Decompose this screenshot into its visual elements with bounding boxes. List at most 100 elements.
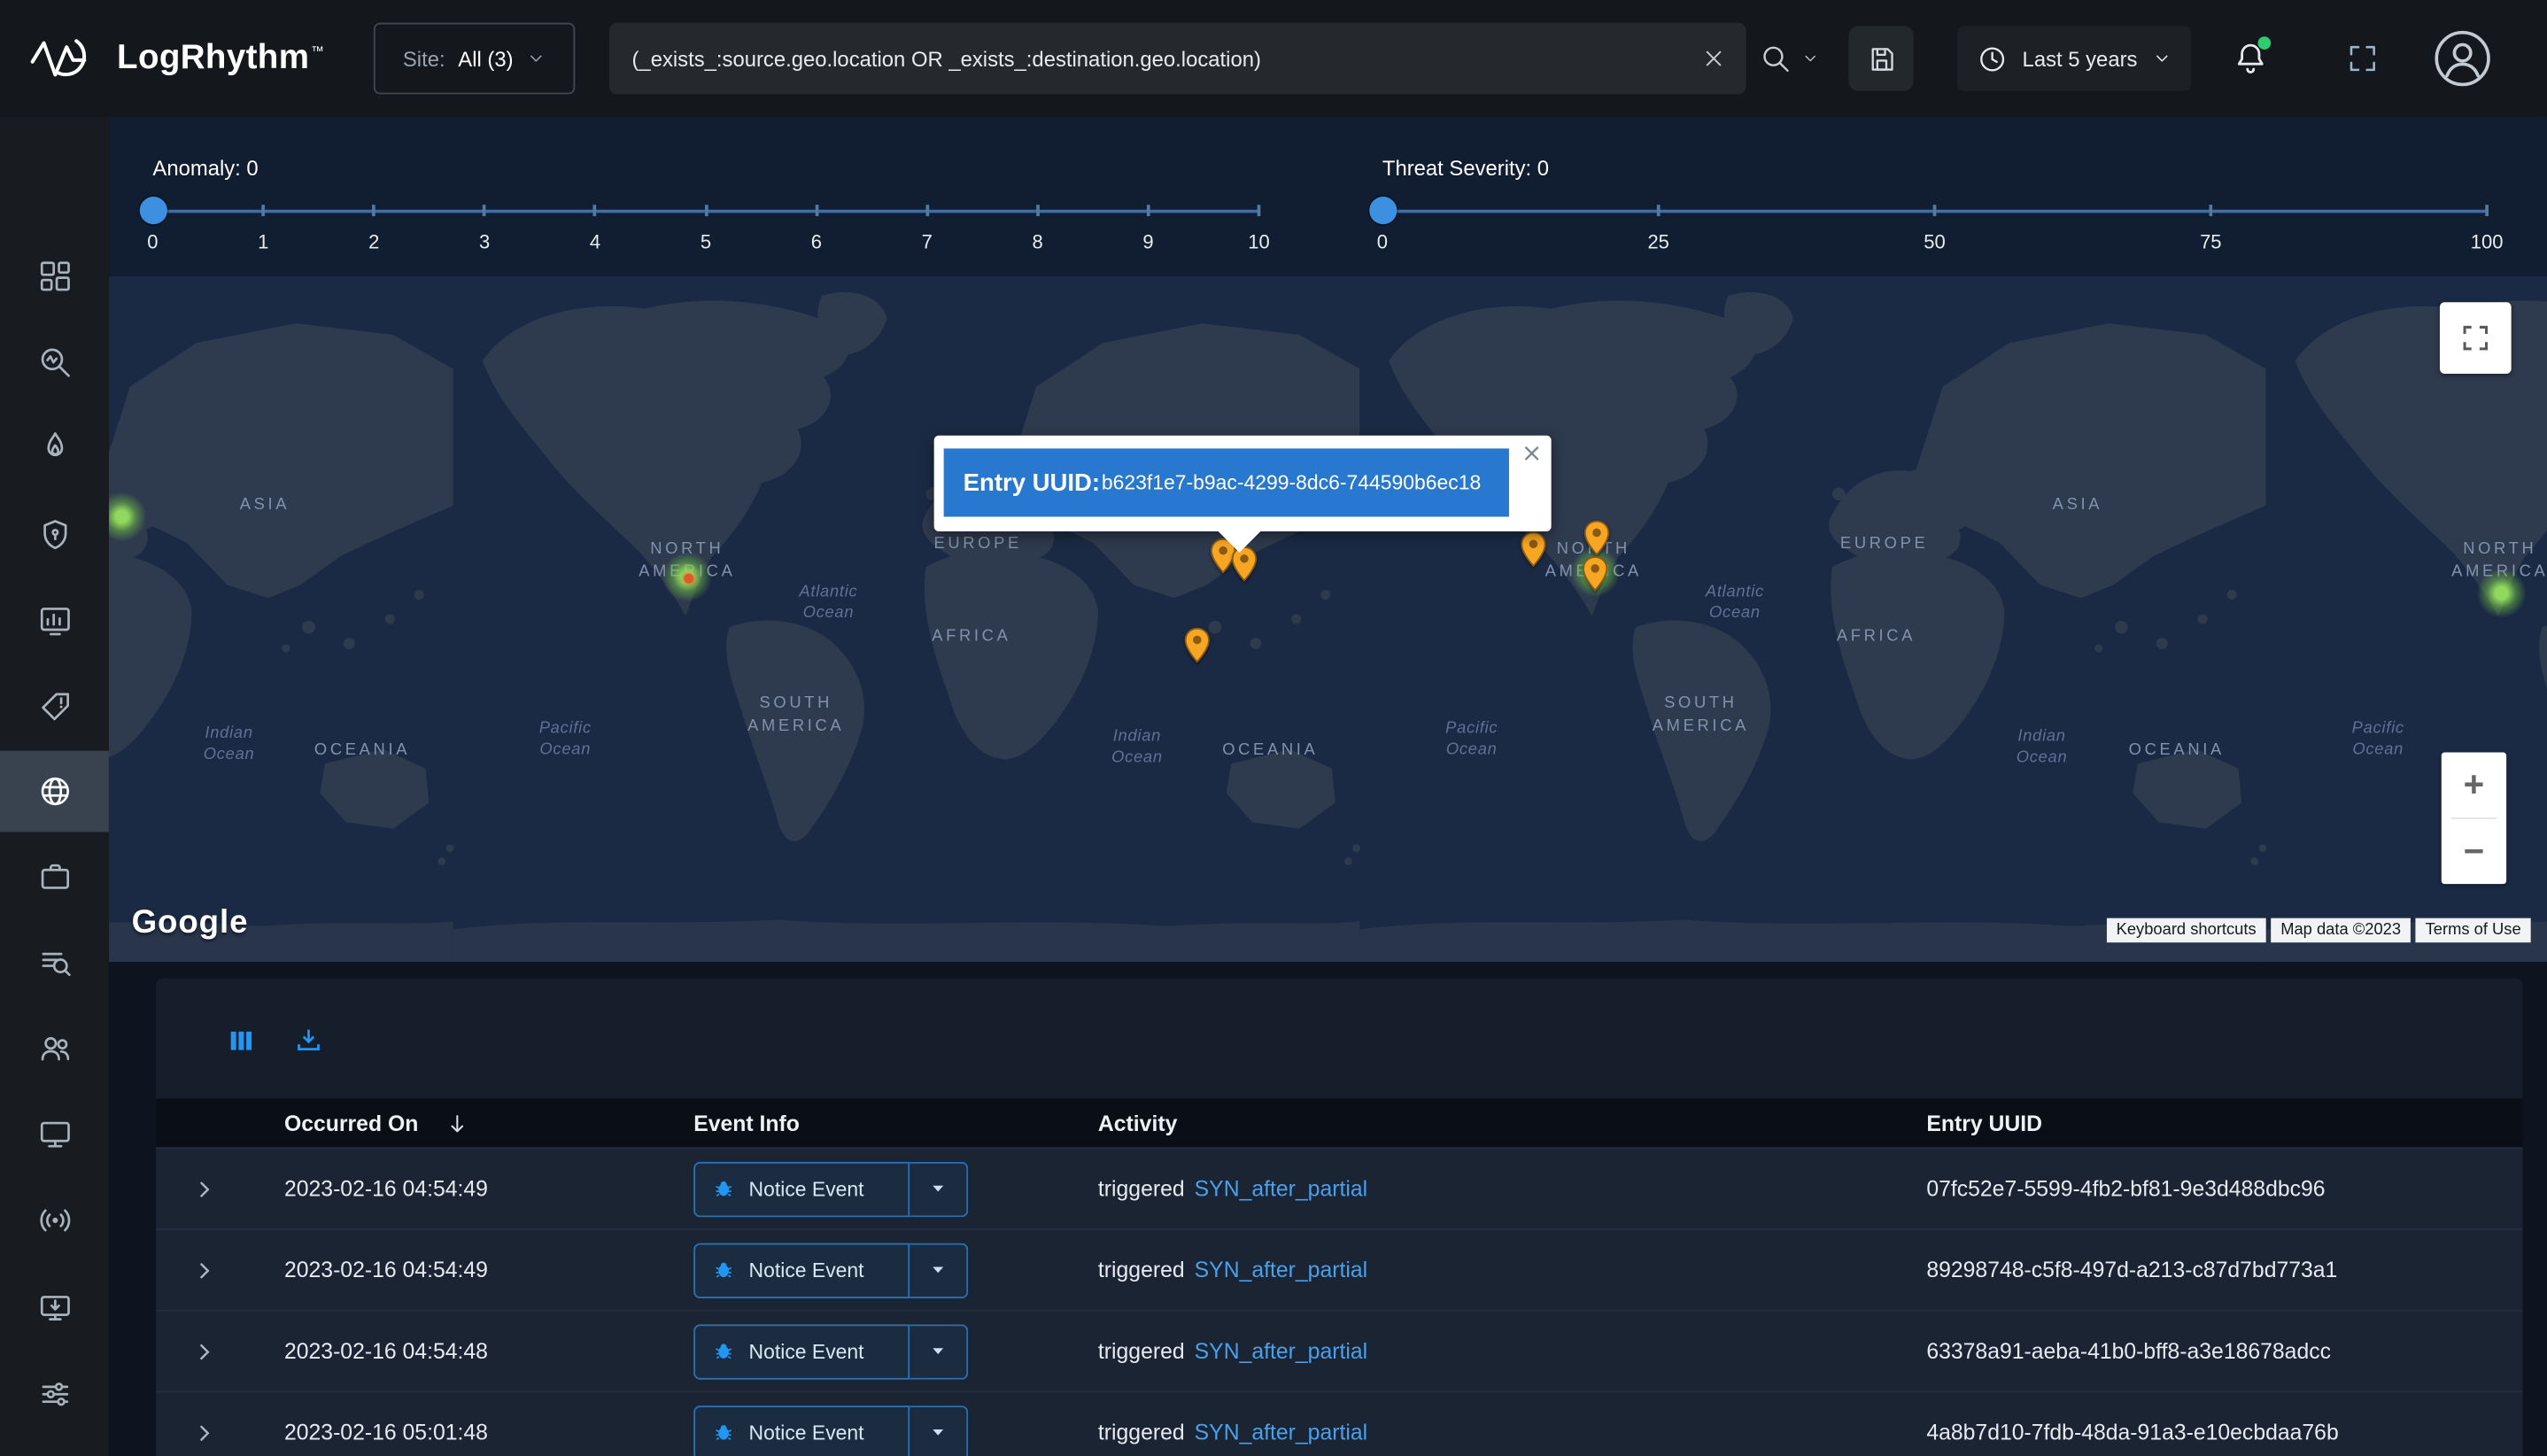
activity-cell: triggeredSYN_after_partial [1098, 1258, 1926, 1282]
notice-event-label: Notice Event [749, 1421, 864, 1444]
entry-uuid-label: Entry UUID [1926, 1111, 2042, 1135]
activity-link[interactable]: SYN_after_partial [1195, 1421, 1367, 1445]
anomaly-slider-ticks: 012345678910 [152, 203, 1258, 261]
save-search-button[interactable] [1848, 26, 1913, 90]
search-options-caret-icon[interactable] [1801, 50, 1819, 67]
slider-tick-label: 0 [147, 231, 158, 254]
nav-sidebar [0, 117, 109, 1456]
search-input[interactable] [609, 23, 1688, 95]
map-pin-marker[interactable] [1184, 627, 1210, 662]
sidebar-item-agents[interactable] [0, 1094, 109, 1175]
monitor-icon [36, 1117, 72, 1152]
sidebar-item-reports[interactable] [0, 580, 109, 662]
column-header-activity[interactable]: Activity [1098, 1111, 1926, 1135]
notice-event-button[interactable]: Notice Event [693, 1161, 910, 1216]
map-pin-marker[interactable] [1521, 531, 1546, 567]
slider-tick [704, 205, 708, 216]
map-attribution-link[interactable]: Map data ©2023 [2271, 918, 2411, 943]
chart-report-icon [36, 603, 72, 639]
bug-icon [711, 1421, 736, 1445]
time-range-selector[interactable]: Last 5 years [1957, 26, 2191, 90]
notifications-button[interactable] [2232, 40, 2269, 77]
search-submit-icon[interactable] [1759, 43, 1792, 75]
export-button[interactable] [294, 1026, 323, 1055]
row-expand-button[interactable] [156, 1175, 253, 1201]
filter-strip: Anomaly: 0 012345678910 Threat Severity:… [109, 117, 2547, 276]
map-attribution-link[interactable]: Keyboard shortcuts [2107, 918, 2266, 943]
slider-tick-label: 10 [1248, 231, 1270, 254]
column-header-occurred-on[interactable]: Occurred On [253, 1111, 693, 1135]
sidebar-item-alarms[interactable] [0, 666, 109, 747]
activity-link[interactable]: SYN_after_partial [1195, 1176, 1367, 1201]
sidebar-item-security[interactable] [0, 494, 109, 576]
notice-event-button[interactable]: Notice Event [693, 1243, 910, 1297]
slider-tick [815, 205, 818, 216]
occurred-on-cell: 2023-02-16 05:01:48 [253, 1421, 693, 1445]
map-pin-marker[interactable] [1583, 520, 1609, 555]
column-chooser-button[interactable] [228, 1026, 255, 1054]
column-header-entry-uuid[interactable]: Entry UUID [1926, 1111, 2522, 1135]
user-avatar[interactable] [2434, 29, 2492, 88]
anomaly-slider-handle[interactable] [139, 197, 166, 224]
column-header-event-info[interactable]: Event Info [693, 1111, 1098, 1135]
activity-verb: triggered [1098, 1421, 1185, 1445]
threat-slider-handle[interactable] [1368, 197, 1396, 224]
sidebar-item-users[interactable] [0, 1008, 109, 1089]
geo-map-canvas[interactable]: + − Google Keyboard shortcutsMap data ©2… [109, 276, 2547, 962]
slider-tick [2485, 205, 2489, 216]
row-expand-button[interactable] [156, 1257, 253, 1282]
sidebar-item-analyze[interactable] [0, 321, 109, 403]
download-icon [294, 1026, 323, 1055]
row-expand-button[interactable] [156, 1338, 253, 1364]
google-logo[interactable]: Google [132, 905, 249, 942]
activity-link[interactable]: SYN_after_partial [1195, 1339, 1367, 1364]
slider-tick-label: 5 [701, 231, 711, 254]
activity-link[interactable]: SYN_after_partial [1195, 1258, 1367, 1282]
map-fullscreen-icon [2459, 321, 2492, 354]
sidebar-item-threat-hunting[interactable] [0, 407, 109, 488]
slider-tick [1147, 205, 1150, 216]
sidebar-item-cases[interactable] [0, 835, 109, 917]
zoom-out-button[interactable]: − [2442, 819, 2506, 884]
site-selector[interactable]: Site: All (3) [374, 23, 575, 95]
slider-tick [593, 205, 597, 216]
map-pin-marker[interactable] [1582, 556, 1607, 592]
sidebar-item-settings[interactable] [0, 1353, 109, 1435]
map-attribution-link[interactable]: Terms of Use [2416, 918, 2531, 943]
slider-tick-label: 50 [1924, 231, 1946, 254]
notice-event-dropdown[interactable] [910, 1243, 968, 1297]
event-glow-marker[interactable] [2477, 569, 2526, 617]
clear-search-icon[interactable] [1700, 45, 1726, 71]
zoom-in-button[interactable]: + [2442, 753, 2506, 817]
sidebar-item-beats[interactable] [0, 1180, 109, 1261]
row-expand-button[interactable] [156, 1420, 253, 1445]
sidebar-item-log-search[interactable] [0, 923, 109, 1004]
info-window-close-icon[interactable] [1522, 444, 1542, 463]
info-window-tail [1217, 530, 1262, 553]
slider-tick [1657, 205, 1661, 216]
brand-name: LogRhythm [117, 39, 309, 76]
map-fullscreen-button[interactable] [2440, 302, 2512, 374]
entry-uuid-cell: 89298748-c5f8-497d-a213-c87d7bd773a1 [1926, 1258, 2522, 1282]
table-toolbar [156, 979, 2522, 1076]
logrhythm-brand[interactable]: LogRhythm™ [29, 35, 324, 83]
search-bar [609, 23, 1746, 95]
sidebar-item-deployment[interactable] [0, 1267, 109, 1349]
map-info-window: Entry UUID: b623f1e7-b9ac-4299-8dc6-7445… [934, 436, 1552, 531]
notice-event-button[interactable]: Notice Event [693, 1323, 910, 1378]
notice-event-dropdown[interactable] [910, 1323, 968, 1378]
notice-event-button[interactable]: Notice Event [693, 1405, 910, 1456]
notice-event-dropdown[interactable] [910, 1405, 968, 1456]
notice-event-dropdown[interactable] [910, 1161, 968, 1216]
slider-tick-label: 9 [1142, 231, 1153, 254]
occurred-on-cell: 2023-02-16 04:54:49 [253, 1176, 693, 1201]
fullscreen-app-button[interactable] [2346, 42, 2381, 76]
sidebar-item-dashboards[interactable] [0, 236, 109, 317]
event-info-cell: Notice Event [693, 1161, 1098, 1216]
sidebar-item-geo-map[interactable] [0, 751, 109, 833]
table-header-row: Occurred On Event Info Activity Entry UU… [156, 1098, 2522, 1147]
occurred-on-label: Occurred On [284, 1111, 418, 1135]
slider-tick [2209, 205, 2212, 216]
bug-icon [711, 1176, 736, 1201]
event-hotspot-marker[interactable] [684, 574, 693, 584]
